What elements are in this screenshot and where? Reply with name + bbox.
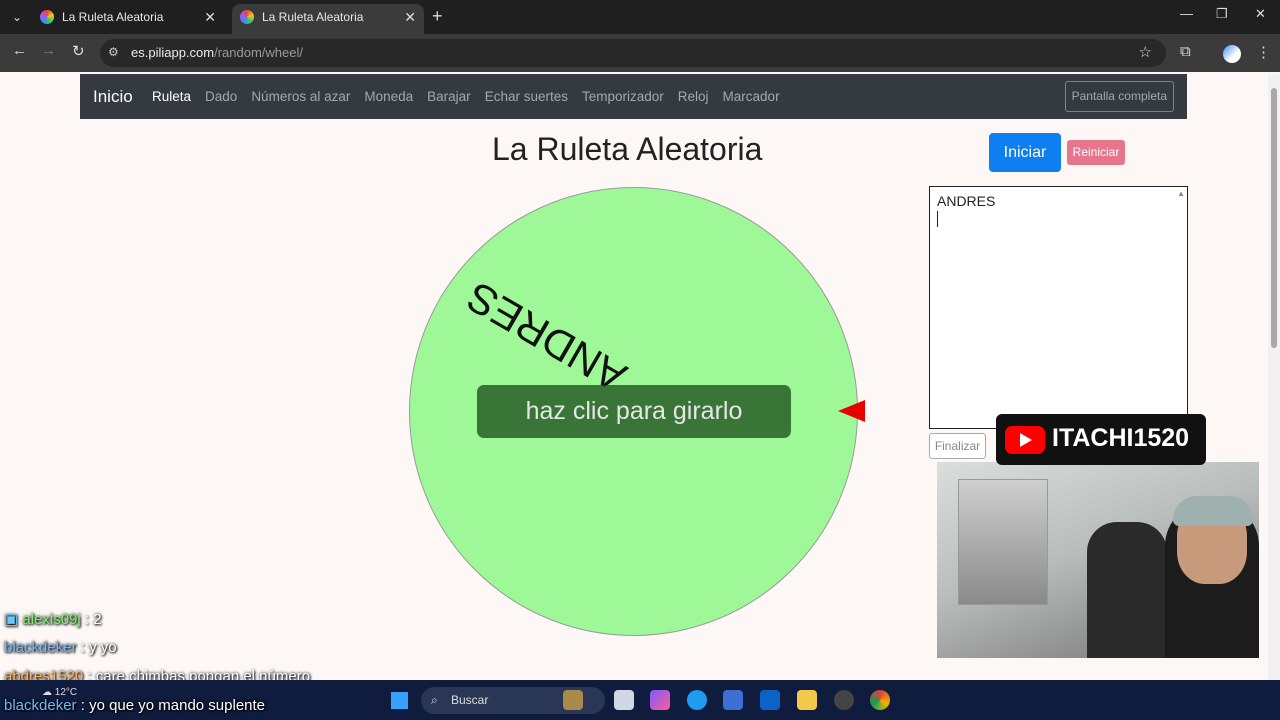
finish-button[interactable]: Finalizar	[929, 433, 986, 459]
wheel-pointer-arrow	[838, 400, 865, 422]
close-tab-icon[interactable]: ✕	[204, 4, 216, 30]
chat-text: 2	[93, 611, 102, 628]
nav-link-moneda[interactable]: Moneda	[364, 89, 413, 104]
channel-name: ITACHI1520	[1052, 424, 1190, 452]
scroll-up-arrow-icon[interactable]: ▲	[1177, 189, 1185, 198]
copilot-icon[interactable]	[650, 690, 670, 710]
webcam-overlay	[937, 462, 1259, 658]
browser-toolbar: ← → ↻ ⚙ es.piliapp.com/random/wheel/ ☆ ⧉…	[0, 34, 1280, 72]
outlook-icon[interactable]	[760, 690, 780, 710]
restore-icon[interactable]: ❐	[1216, 6, 1228, 22]
names-textarea-content: ANDRES	[937, 193, 996, 209]
browser-tab-bar: ⌄ La Ruleta Aleatoria ✕ La Ruleta Aleato…	[0, 0, 1280, 34]
search-icon: ⌕	[431, 693, 438, 707]
nav-link-marcador[interactable]: Marcador	[723, 89, 780, 104]
youtube-logo-icon	[1005, 426, 1045, 454]
site-navbar: Inicio Ruleta Dado Números al azar Moned…	[80, 74, 1187, 119]
chat-message: blackdeker : y yo	[4, 639, 117, 656]
spin-instruction-label[interactable]: haz clic para girarlo	[477, 385, 791, 438]
file-app-icon[interactable]	[614, 690, 634, 710]
chat-text: yo que yo mando suplente	[89, 697, 266, 714]
address-bar[interactable]: ⚙ es.piliapp.com/random/wheel/ ☆	[100, 39, 1166, 67]
chat-username: blackdeker	[4, 639, 77, 656]
url-text: es.piliapp.com/random/wheel/	[131, 45, 303, 60]
chat-message: blackdeker : yo que yo mando suplente	[4, 697, 266, 714]
site-favicon-icon	[240, 10, 254, 24]
streamer-cap	[1173, 496, 1253, 526]
page-title: La Ruleta Aleatoria	[492, 131, 763, 167]
chat-badge-icon: ▣	[4, 611, 19, 628]
gaming-chair	[1087, 522, 1167, 658]
nav-link-reloj[interactable]: Reloj	[678, 89, 709, 104]
chat-username: blackdeker	[4, 697, 77, 714]
wall-poster	[958, 479, 1048, 605]
scrollbar-thumb[interactable]	[1271, 88, 1277, 348]
nav-link-dado[interactable]: Dado	[205, 89, 237, 104]
start-button[interactable]: Iniciar	[989, 133, 1061, 172]
youtube-channel-badge: ITACHI1520	[996, 414, 1206, 465]
file-explorer-icon[interactable]	[797, 690, 817, 710]
close-tab-icon[interactable]: ✕	[404, 4, 416, 30]
close-window-icon[interactable]: ✕	[1255, 6, 1266, 22]
menu-kebab-icon[interactable]: ⋮	[1256, 43, 1271, 61]
edge-browser-icon[interactable]	[687, 690, 707, 710]
browser-tab[interactable]: La Ruleta Aleatoria ✕	[32, 4, 224, 34]
bookmark-star-icon[interactable]: ☆	[1139, 43, 1152, 61]
new-tab-plus-icon[interactable]: +	[432, 6, 443, 27]
tab-search-chevron-icon[interactable]: ⌄	[6, 6, 28, 28]
names-textarea[interactable]: ANDRES ▲ ▼	[929, 186, 1188, 429]
nav-links: Ruleta Dado Números al azar Moneda Baraj…	[152, 89, 780, 104]
windows-start-icon[interactable]	[390, 691, 408, 709]
profile-avatar-icon[interactable]	[1223, 45, 1241, 63]
nav-link-echar-suertes[interactable]: Echar suertes	[485, 89, 568, 104]
brand-home-link[interactable]: Inicio	[93, 87, 133, 107]
minimize-icon[interactable]: —	[1180, 6, 1193, 21]
chrome-icon[interactable]	[870, 690, 890, 710]
chat-text: y yo	[89, 639, 117, 656]
site-favicon-icon	[40, 10, 54, 24]
store-icon[interactable]	[723, 690, 743, 710]
obs-icon[interactable]	[834, 690, 854, 710]
browser-tab-active[interactable]: La Ruleta Aleatoria ✕	[232, 4, 424, 34]
text-caret	[937, 211, 938, 227]
page-scrollbar[interactable]	[1268, 74, 1280, 680]
chat-message: ▣ alexis09j : 2	[4, 611, 102, 628]
site-info-icon[interactable]: ⚙	[108, 45, 119, 59]
back-arrow-icon[interactable]: ←	[12, 42, 27, 59]
chat-username: alexis09j	[22, 611, 81, 628]
forward-arrow-icon[interactable]: →	[41, 42, 56, 59]
tab-title: La Ruleta Aleatoria	[262, 10, 364, 24]
reload-icon[interactable]: ↻	[72, 42, 85, 60]
fullscreen-button[interactable]: Pantalla completa	[1064, 81, 1174, 112]
widgets-icon[interactable]	[563, 690, 583, 710]
extensions-puzzle-icon[interactable]: ⧉	[1180, 43, 1191, 60]
nav-link-numeros[interactable]: Números al azar	[251, 89, 350, 104]
tab-title: La Ruleta Aleatoria	[62, 10, 164, 24]
nav-link-barajar[interactable]: Barajar	[427, 89, 471, 104]
reset-button[interactable]: Reiniciar	[1067, 140, 1125, 165]
nav-link-ruleta[interactable]: Ruleta	[152, 89, 191, 104]
nav-link-temporizador[interactable]: Temporizador	[582, 89, 664, 104]
